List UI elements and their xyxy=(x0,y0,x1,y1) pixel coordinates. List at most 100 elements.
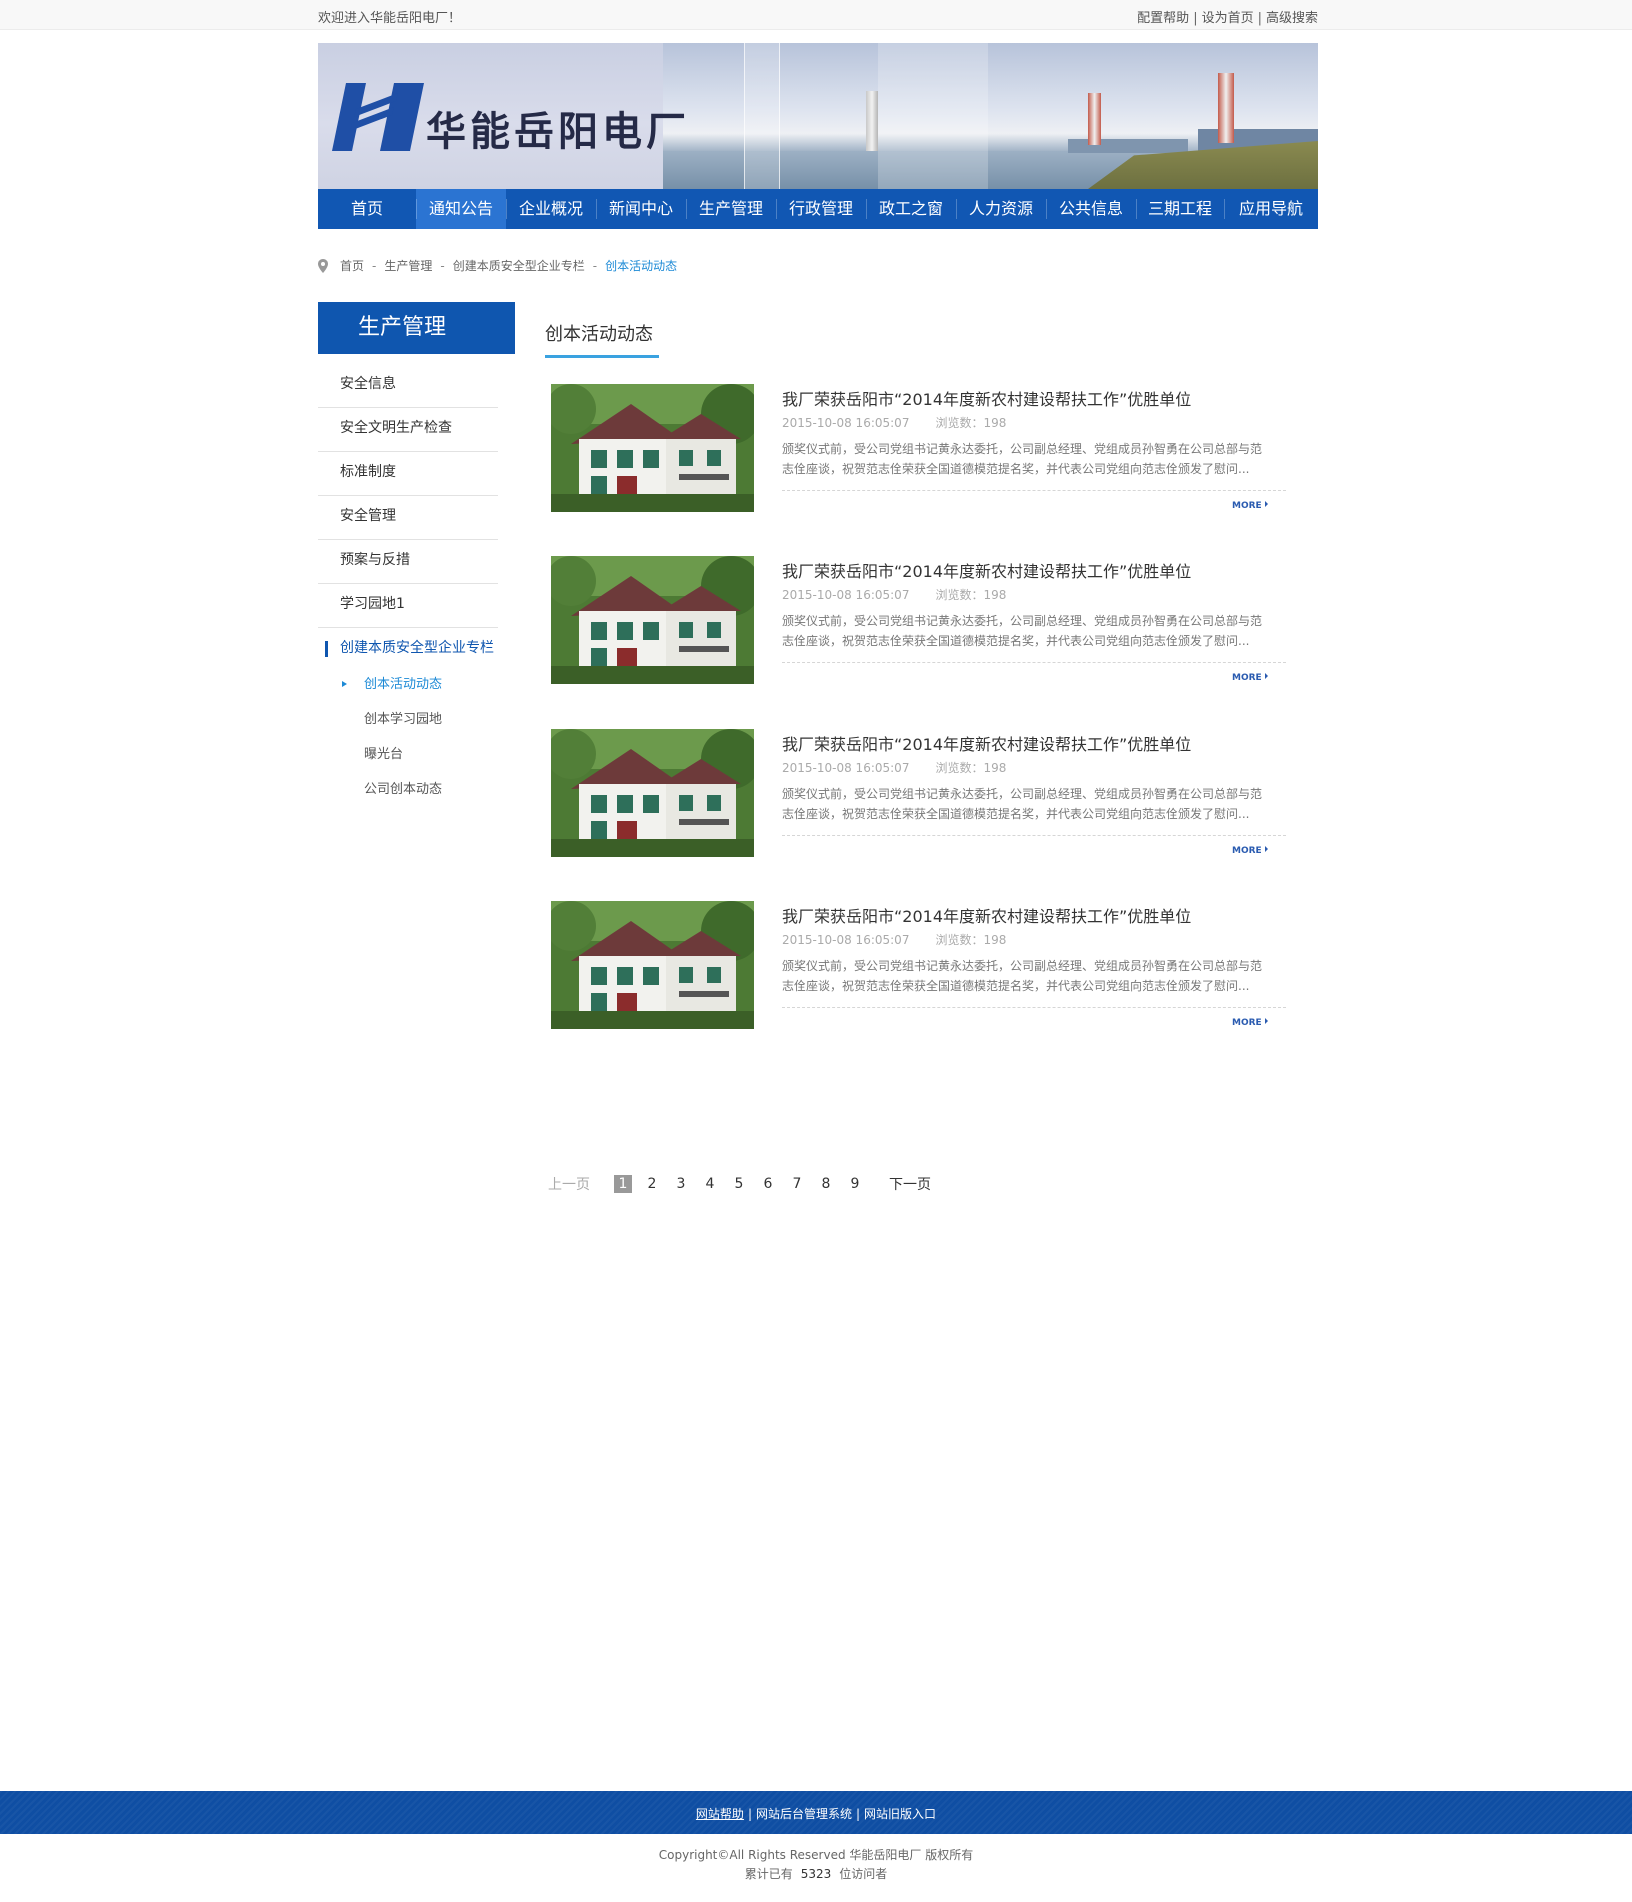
pagination: 上一页 1 2 3 4 5 6 7 8 9 下一页 xyxy=(548,1174,931,1194)
more-link[interactable]: MORE xyxy=(1232,846,1268,856)
article-summary: 颁奖仪式前，受公司党组书记黄永达委托，公司副总经理、党组成员孙智勇在公司总部与范… xyxy=(782,442,1263,476)
config-help-link[interactable]: 配置帮助 xyxy=(1137,11,1189,26)
footer-links: 网站帮助 | 网站后台管理系统 | 网站旧版入口 xyxy=(695,1807,937,1821)
nav-item-news[interactable]: 新闻中心 xyxy=(596,189,686,229)
article-item: 我厂荣获岳阳市“2014年度新农村建设帮扶工作”优胜单位 2015-10-08 … xyxy=(551,556,1286,686)
nav-item-political-work[interactable]: 政工之窗 xyxy=(866,189,956,229)
article-item: 我厂荣获岳阳市“2014年度新农村建设帮扶工作”优胜单位 2015-10-08 … xyxy=(551,901,1286,1031)
article-item: 我厂荣获岳阳市“2014年度新农村建设帮扶工作”优胜单位 2015-10-08 … xyxy=(551,729,1286,859)
sidebar-subitem-company-news[interactable]: 公司创本动态 xyxy=(318,772,498,807)
sidebar-submenu: 创本活动动态 创本学习园地 曝光台 公司创本动态 xyxy=(318,667,498,807)
main-nav: 首页 通知公告 企业概况 新闻中心 生产管理 行政管理 政工之窗 人力资源 公共… xyxy=(318,189,1318,229)
next-page-button[interactable]: 下一页 xyxy=(889,1174,931,1194)
article-thumbnail[interactable] xyxy=(551,729,754,857)
sidebar-subitem-exposure-board[interactable]: 曝光台 xyxy=(318,737,498,772)
sidebar-item-civilized-production-check[interactable]: 安全文明生产检查 xyxy=(318,408,498,452)
page-number[interactable]: 9 xyxy=(846,1176,864,1192)
article-thumbnail[interactable] xyxy=(551,901,754,1029)
article-summary: 颁奖仪式前，受公司党组书记黄永达委托，公司副总经理、党组成员孙智勇在公司总部与范… xyxy=(782,959,1263,993)
sidebar-title: 生产管理 xyxy=(318,302,515,354)
article-divider xyxy=(782,835,1286,836)
sidebar-item-safety-info[interactable]: 安全信息 xyxy=(318,364,498,408)
page-number[interactable]: 8 xyxy=(817,1176,835,1192)
visits-suffix: 位访问者 xyxy=(839,1867,888,1881)
nav-item-app-navigation[interactable]: 应用导航 xyxy=(1224,189,1318,229)
nav-item-company-overview[interactable]: 企业概况 xyxy=(506,189,596,229)
breadcrumb-safety-column[interactable]: 创建本质安全型企业专栏 xyxy=(453,257,585,274)
article-meta: 2015-10-08 16:05:07 浏览数：198 xyxy=(782,931,1006,948)
article-date: 2015-10-08 16:05:07 xyxy=(782,933,910,947)
article-meta: 2015-10-08 16:05:07 浏览数：198 xyxy=(782,414,1006,431)
page-number[interactable]: 1 xyxy=(614,1175,632,1193)
nav-item-production[interactable]: 生产管理 xyxy=(686,189,776,229)
advanced-search-link[interactable]: 高级搜索 xyxy=(1266,11,1318,26)
more-link[interactable]: MORE xyxy=(1232,1018,1268,1028)
huaneng-logo-icon xyxy=(332,83,424,151)
nav-item-administration[interactable]: 行政管理 xyxy=(776,189,866,229)
article-title[interactable]: 我厂荣获岳阳市“2014年度新农村建设帮扶工作”优胜单位 xyxy=(782,731,1191,755)
page-number[interactable]: 3 xyxy=(672,1176,690,1192)
article-title[interactable]: 我厂荣获岳阳市“2014年度新农村建设帮扶工作”优胜单位 xyxy=(782,903,1191,927)
article-date: 2015-10-08 16:05:07 xyxy=(782,761,910,775)
nav-item-phase-three[interactable]: 三期工程 xyxy=(1136,189,1224,229)
page-number[interactable]: 7 xyxy=(788,1176,806,1192)
sidebar-item-contingency-plans[interactable]: 预案与反措 xyxy=(318,540,498,584)
logo-text: 华能岳阳电厂 xyxy=(426,109,690,155)
page-number[interactable]: 4 xyxy=(701,1176,719,1192)
article-date: 2015-10-08 16:05:07 xyxy=(782,416,910,430)
article-thumbnail[interactable] xyxy=(551,384,754,512)
more-link[interactable]: MORE xyxy=(1232,673,1268,683)
nav-item-home[interactable]: 首页 xyxy=(318,189,416,229)
sidebar-subitem-activity-news[interactable]: 创本活动动态 xyxy=(318,667,498,702)
top-links: 配置帮助 | 设为首页 | 高级搜索 xyxy=(1137,11,1318,26)
location-pin-icon xyxy=(318,258,328,273)
breadcrumb: 首页 - 生产管理 - 创建本质安全型企业专栏 - 创本活动动态 xyxy=(318,257,677,274)
nav-item-human-resources[interactable]: 人力资源 xyxy=(956,189,1046,229)
nav-item-notices[interactable]: 通知公告 xyxy=(416,189,506,229)
visitor-counter: 累计已有 5323 位访问者 xyxy=(0,1865,1632,1882)
sidebar-item-standards[interactable]: 标准制度 xyxy=(318,452,498,496)
old-version-link[interactable]: 网站旧版入口 xyxy=(864,1807,936,1821)
nav-item-public-info[interactable]: 公共信息 xyxy=(1046,189,1136,229)
visits-count: 5323 xyxy=(800,1867,832,1881)
top-bar: 欢迎进入华能岳阳电厂！ 配置帮助 | 设为首页 | 高级搜索 xyxy=(0,0,1632,30)
site-help-link[interactable]: 网站帮助 xyxy=(696,1807,744,1821)
article-views: 浏览数：198 xyxy=(935,588,1007,602)
breadcrumb-home[interactable]: 首页 xyxy=(340,257,364,274)
sidebar-item-learning-garden[interactable]: 学习园地1 xyxy=(318,584,498,628)
copyright-text: Copyright©All Rights Reserved 华能岳阳电厂 版权所… xyxy=(658,1848,974,1862)
article-title[interactable]: 我厂荣获岳阳市“2014年度新农村建设帮扶工作”优胜单位 xyxy=(782,558,1191,582)
sidebar-item-safety-enterprise-column[interactable]: 创建本质安全型企业专栏 xyxy=(318,628,498,672)
sidebar-item-safety-management[interactable]: 安全管理 xyxy=(318,496,498,540)
article-views: 浏览数：198 xyxy=(935,761,1007,775)
sidebar-menu: 安全信息 安全文明生产检查 标准制度 安全管理 预案与反措 学习园地1 创建本质… xyxy=(318,364,498,672)
article-divider xyxy=(782,490,1286,491)
set-homepage-link[interactable]: 设为首页 xyxy=(1202,11,1254,26)
article-views: 浏览数：198 xyxy=(935,933,1007,947)
welcome-text: 欢迎进入华能岳阳电厂！ xyxy=(318,11,462,26)
page-number[interactable]: 5 xyxy=(730,1176,748,1192)
article-summary: 颁奖仪式前，受公司党组书记黄永达委托，公司副总经理、党组成员孙智勇在公司总部与范… xyxy=(782,614,1263,648)
section-title-underline xyxy=(545,355,659,358)
article-views: 浏览数：198 xyxy=(935,416,1007,430)
breadcrumb-production[interactable]: 生产管理 xyxy=(384,257,432,274)
article-date: 2015-10-08 16:05:07 xyxy=(782,588,910,602)
article-thumbnail[interactable] xyxy=(551,556,754,684)
article-title[interactable]: 我厂荣获岳阳市“2014年度新农村建设帮扶工作”优胜单位 xyxy=(782,386,1191,410)
prev-page-button[interactable]: 上一页 xyxy=(548,1174,590,1194)
breadcrumb-current: 创本活动动态 xyxy=(605,259,678,273)
section-title: 创本活动动态 xyxy=(545,324,653,345)
more-link[interactable]: MORE xyxy=(1232,501,1268,511)
page-number[interactable]: 2 xyxy=(643,1176,661,1192)
admin-system-link[interactable]: 网站后台管理系统 xyxy=(756,1807,852,1821)
article-summary: 颁奖仪式前，受公司党组书记黄永达委托，公司副总经理、党组成员孙智勇在公司总部与范… xyxy=(782,787,1263,821)
page-number[interactable]: 6 xyxy=(759,1176,777,1192)
article-item: 我厂荣获岳阳市“2014年度新农村建设帮扶工作”优胜单位 2015-10-08 … xyxy=(551,384,1286,514)
article-meta: 2015-10-08 16:05:07 浏览数：198 xyxy=(782,759,1006,776)
article-meta: 2015-10-08 16:05:07 浏览数：198 xyxy=(782,586,1006,603)
article-divider xyxy=(782,1007,1286,1008)
sidebar-subitem-study-garden[interactable]: 创本学习园地 xyxy=(318,702,498,737)
header-banner: 华能岳阳电厂 xyxy=(318,43,1318,189)
article-divider xyxy=(782,662,1286,663)
visits-prefix: 累计已有 xyxy=(744,1867,793,1881)
